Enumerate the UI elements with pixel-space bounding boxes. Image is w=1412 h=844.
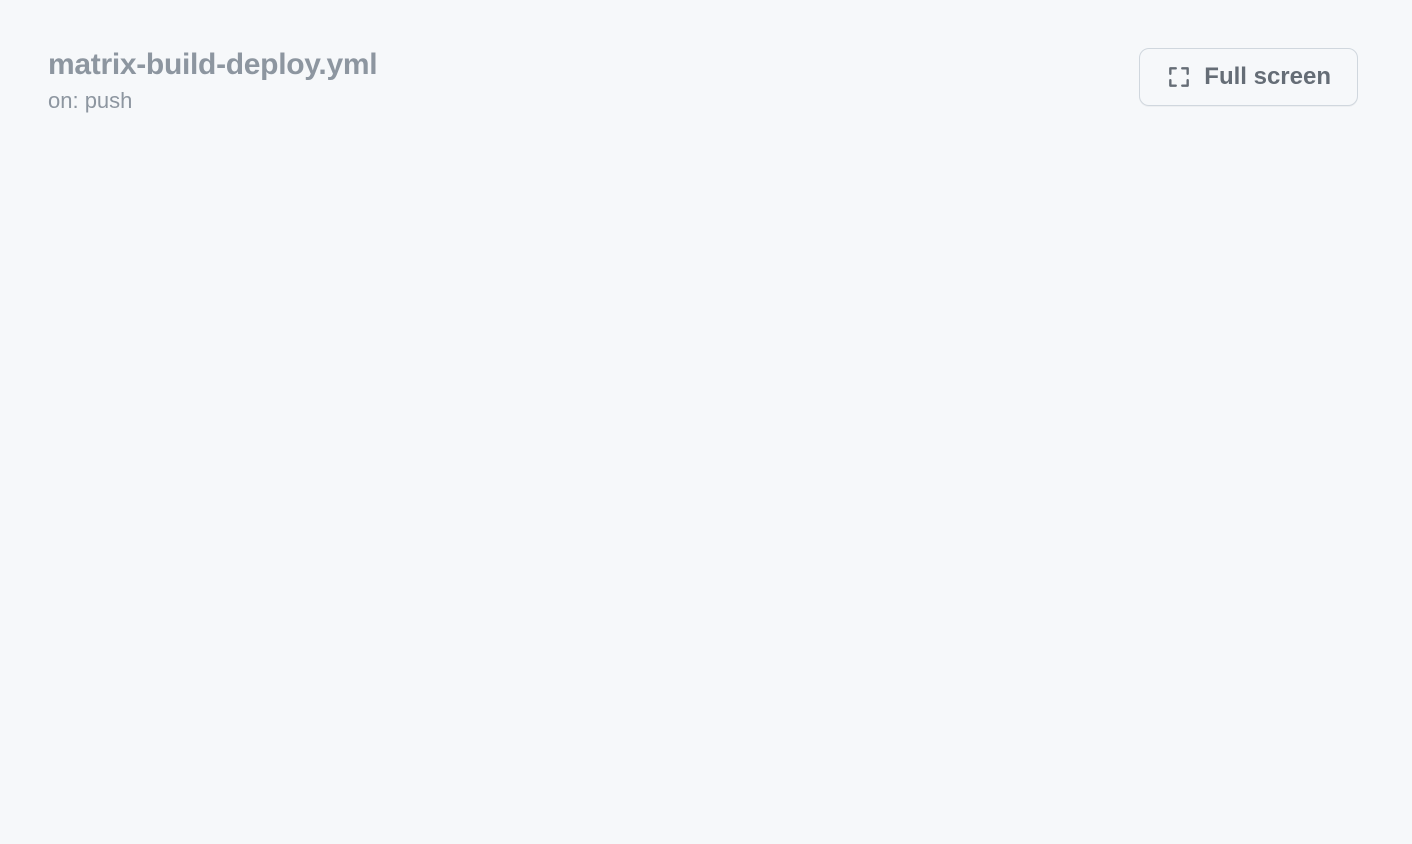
workflow-filename: matrix-build-deploy.yml — [48, 48, 377, 82]
title-block: matrix-build-deploy.yml on: push — [48, 48, 377, 114]
workflow-trigger-label: on: push — [48, 88, 377, 114]
workflow-header: matrix-build-deploy.yml on: push Full sc… — [0, 0, 1412, 114]
fullscreen-button-label: Full screen — [1204, 63, 1331, 91]
fullscreen-icon — [1166, 64, 1192, 90]
fullscreen-button[interactable]: Full screen — [1139, 48, 1358, 106]
